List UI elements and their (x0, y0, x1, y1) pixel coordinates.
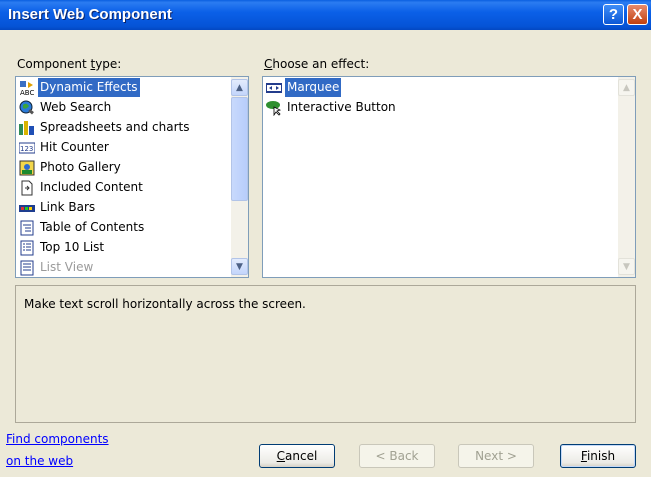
link-bars-icon (19, 200, 35, 216)
cancel-label: Cancel (276, 449, 318, 463)
chevron-up-icon: ▲ (623, 82, 630, 93)
close-icon: X (632, 6, 643, 23)
find-components-link-line2[interactable]: on the web (6, 454, 73, 468)
component-type-item-label: Hit Counter (40, 140, 109, 154)
component-type-item[interactable]: Top 10 List (17, 238, 106, 257)
web-search-icon (19, 100, 35, 116)
description-panel: Make text scroll horizontally across the… (15, 285, 636, 423)
photo-gallery-icon (19, 160, 35, 176)
included-content-icon (19, 180, 35, 196)
effect-scroll-down-button[interactable]: ▼ (618, 258, 635, 275)
list-view-icon (19, 260, 35, 276)
component-type-item-label: Table of Contents (40, 220, 145, 234)
effect-item-label: Marquee (285, 78, 342, 97)
chevron-down-icon: ▼ (623, 261, 630, 272)
close-button[interactable]: X (627, 4, 648, 25)
finish-label: Finish (580, 449, 616, 463)
chevron-up-icon: ▲ (236, 82, 243, 93)
title-bar[interactable]: Insert Web Component ? X (0, 0, 651, 30)
component-type-item-label: Web Search (40, 100, 112, 114)
svg-text:123: 123 (20, 145, 33, 153)
component-type-item[interactable]: Photo Gallery (17, 158, 123, 177)
window-title: Insert Web Component (8, 6, 172, 23)
dynamic-effects-icon: ABC (19, 80, 35, 97)
component-type-label: Component type: (17, 57, 122, 71)
table-of-contents-icon (19, 220, 35, 236)
finish-button[interactable]: Finish (560, 444, 636, 468)
back-label: < Back (375, 449, 419, 463)
help-icon: ? (608, 6, 619, 23)
component-type-item-label: List View (40, 260, 94, 274)
interactive-button-icon (266, 100, 282, 116)
effect-scrollbar[interactable]: ▲ ▼ (618, 77, 635, 277)
choose-effect-label: Choose an effect: (264, 57, 370, 71)
component-type-item[interactable]: Table of Contents (17, 218, 146, 237)
effect-item[interactable]: Marquee (264, 78, 342, 97)
next-button[interactable]: Next > (458, 444, 534, 468)
description-text: Make text scroll horizontally across the… (24, 297, 306, 311)
component-type-item-label: Included Content (40, 180, 143, 194)
chevron-down-icon: ▼ (236, 261, 243, 272)
spreadsheets-icon (19, 120, 35, 136)
component-type-item[interactable]: 123 Hit Counter (17, 138, 111, 157)
help-button[interactable]: ? (603, 4, 624, 25)
scroll-down-button[interactable]: ▼ (231, 258, 248, 275)
component-type-item-label: Spreadsheets and charts (40, 120, 190, 134)
next-label: Next > (475, 449, 517, 463)
effect-item[interactable]: Interactive Button (264, 98, 398, 117)
effect-scroll-up-button[interactable]: ▲ (618, 79, 635, 96)
component-type-scrollbar[interactable]: ▲ ▼ (231, 77, 248, 277)
hit-counter-icon: 123 (18, 140, 36, 156)
scroll-up-button[interactable]: ▲ (231, 79, 248, 96)
component-type-item[interactable]: Spreadsheets and charts (17, 118, 192, 137)
scroll-thumb[interactable] (231, 97, 248, 201)
effect-list[interactable]: Marquee Interactive Button ▲ ▼ (262, 76, 636, 278)
top-10-list-icon (19, 240, 35, 256)
back-button[interactable]: < Back (359, 444, 435, 468)
component-type-item-label: Dynamic Effects (38, 78, 140, 97)
svg-text:ABC: ABC (20, 89, 34, 96)
cancel-button[interactable]: Cancel (259, 444, 335, 468)
marquee-icon (266, 80, 282, 96)
component-type-item[interactable]: Included Content (17, 178, 145, 197)
component-type-item[interactable]: Link Bars (17, 198, 97, 217)
component-type-item[interactable]: ABC Dynamic Effects (17, 78, 140, 97)
find-components-link[interactable]: Find components (6, 432, 109, 446)
component-type-item[interactable]: List View (17, 258, 95, 277)
component-type-item-label: Link Bars (40, 200, 96, 214)
effect-item-label: Interactive Button (287, 100, 396, 114)
component-type-item-label: Top 10 List (40, 240, 105, 254)
component-type-item-label: Photo Gallery (40, 160, 121, 174)
component-type-item[interactable]: Web Search (17, 98, 113, 117)
component-type-list[interactable]: ABC Dynamic Effects Web Search Spreadsheets… (15, 76, 249, 278)
